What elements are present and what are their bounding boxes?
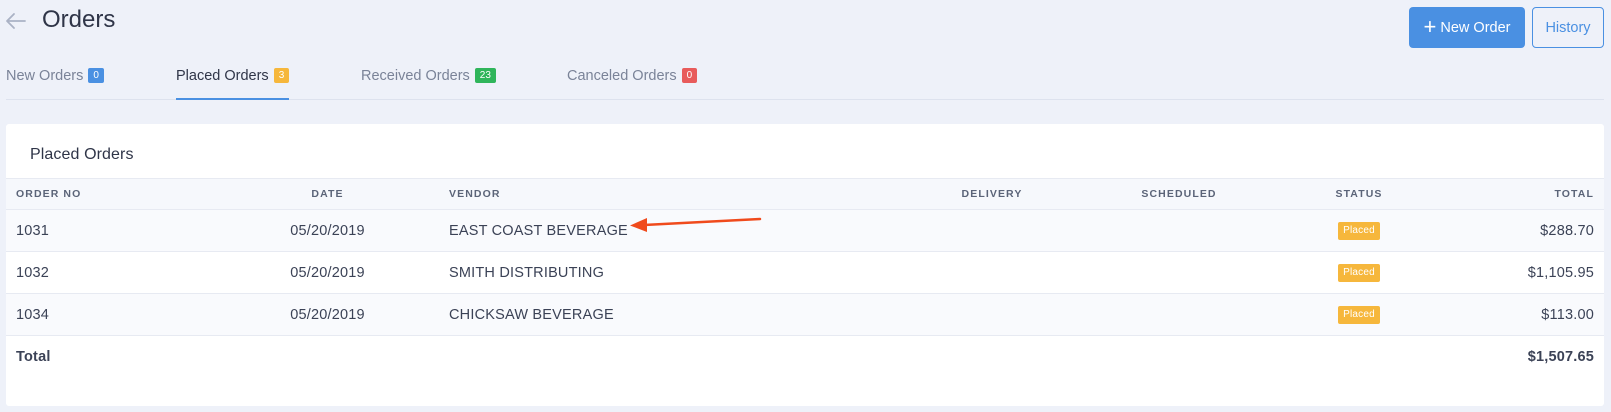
column-order-no[interactable]: ORDER NO bbox=[6, 178, 216, 210]
count-badge: 0 bbox=[88, 68, 104, 83]
new-order-label: New Order bbox=[1440, 19, 1511, 36]
grand-total: $1,507.65 bbox=[1459, 335, 1604, 378]
tab-label: Placed Orders bbox=[176, 68, 269, 84]
tab-canceled-orders[interactable]: Canceled Orders 0 bbox=[567, 68, 698, 100]
arrow-left-icon[interactable] bbox=[4, 9, 28, 33]
tab-received-orders[interactable]: Received Orders 23 bbox=[361, 68, 496, 100]
column-delivery[interactable]: DELIVERY bbox=[885, 178, 1099, 210]
annotation-arrow-icon bbox=[630, 217, 762, 232]
tab-label: New Orders bbox=[6, 68, 84, 84]
column-date[interactable]: DATE bbox=[216, 178, 439, 210]
page-title: Orders bbox=[42, 6, 116, 33]
plus-icon: + bbox=[1423, 13, 1437, 39]
tab-placed-orders[interactable]: Placed Orders 3 bbox=[176, 68, 290, 100]
total-cell: $113.00 bbox=[1459, 293, 1604, 336]
scheduled-cell bbox=[1099, 293, 1259, 336]
table-row[interactable]: 1031 05/20/2019 EAST COAST BEVERAGE Plac… bbox=[6, 209, 1604, 252]
column-status[interactable]: STATUS bbox=[1259, 178, 1459, 210]
order-tabs: New Orders 0 Placed Orders 3 Received Orde… bbox=[6, 62, 1604, 100]
tab-label: Received Orders bbox=[361, 68, 470, 84]
table-row[interactable]: 1034 05/20/2019 CHICKSAW BEVERAGE Placed… bbox=[6, 293, 1604, 336]
table-row[interactable]: 1032 05/20/2019 SMITH DISTRIBUTING Place… bbox=[6, 251, 1604, 294]
count-badge: 3 bbox=[273, 68, 290, 83]
vendor-cell: CHICKSAW BEVERAGE bbox=[439, 293, 885, 336]
table-header-row: ORDER NO DATE VENDOR DELIVERY SCHEDULED … bbox=[6, 178, 1604, 210]
tab-label: Canceled Orders bbox=[567, 68, 677, 84]
table-footer-row: Total $1,507.65 bbox=[6, 335, 1604, 378]
new-order-button[interactable]: + New Order bbox=[1409, 7, 1525, 48]
history-button[interactable]: History bbox=[1532, 7, 1604, 48]
card-title: Placed Orders bbox=[30, 146, 134, 163]
order-no-cell: 1034 bbox=[6, 293, 216, 336]
total-cell: $288.70 bbox=[1459, 209, 1604, 252]
count-badge: 23 bbox=[474, 68, 496, 83]
status-badge: Placed bbox=[1338, 222, 1380, 240]
delivery-cell bbox=[885, 251, 1099, 294]
count-badge: 0 bbox=[681, 68, 698, 83]
column-scheduled[interactable]: SCHEDULED bbox=[1099, 178, 1259, 210]
scheduled-cell bbox=[1099, 251, 1259, 294]
status-cell: Placed bbox=[1259, 209, 1459, 252]
placed-orders-card: Placed Orders ORDER NO DATE VENDOR DELIV… bbox=[6, 124, 1604, 406]
order-no-cell: 1032 bbox=[6, 251, 216, 294]
delivery-cell bbox=[885, 209, 1099, 252]
column-vendor[interactable]: VENDOR bbox=[439, 178, 885, 210]
date-cell: 05/20/2019 bbox=[216, 209, 439, 252]
tab-new-orders[interactable]: New Orders 0 bbox=[6, 68, 104, 100]
status-badge: Placed bbox=[1338, 306, 1380, 324]
page-header: Orders + New Order History New Orders 0 P… bbox=[0, 0, 1611, 100]
date-cell: 05/20/2019 bbox=[216, 293, 439, 336]
order-no-cell: 1031 bbox=[6, 209, 216, 252]
vendor-cell: SMITH DISTRIBUTING bbox=[439, 251, 885, 294]
date-cell: 05/20/2019 bbox=[216, 251, 439, 294]
column-total[interactable]: TOTAL bbox=[1459, 178, 1604, 210]
total-label: Total bbox=[6, 335, 216, 378]
status-cell: Placed bbox=[1259, 293, 1459, 336]
total-cell: $1,105.95 bbox=[1459, 251, 1604, 294]
scheduled-cell bbox=[1099, 209, 1259, 252]
status-cell: Placed bbox=[1259, 251, 1459, 294]
orders-table: ORDER NO DATE VENDOR DELIVERY SCHEDULED … bbox=[6, 178, 1604, 378]
delivery-cell bbox=[885, 293, 1099, 336]
status-badge: Placed bbox=[1338, 264, 1380, 282]
